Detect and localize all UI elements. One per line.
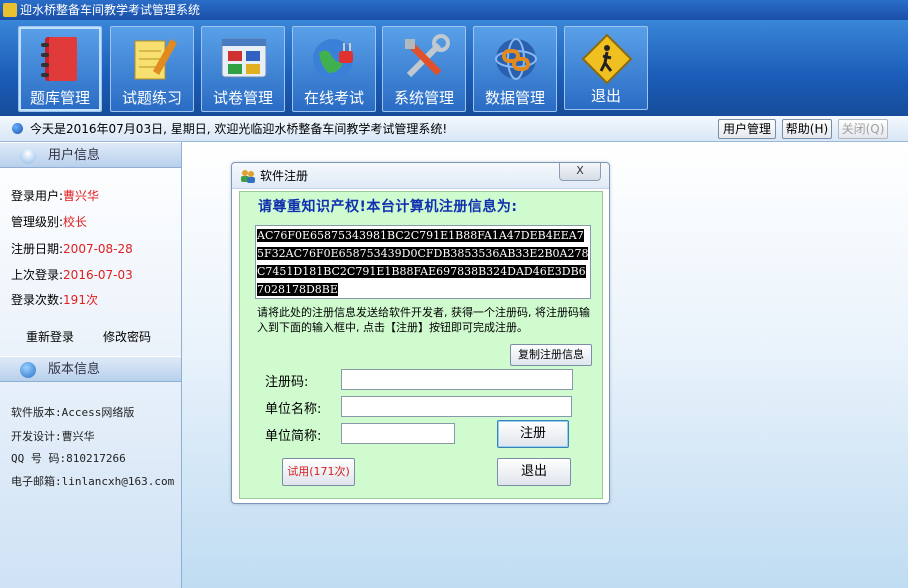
exit-button[interactable]: 退出	[497, 458, 571, 486]
toolbar-label: 退出	[590, 87, 621, 105]
unit-name-label: 单位名称:	[265, 402, 322, 417]
notepad-pencil-icon	[134, 39, 177, 80]
unit-name-input[interactable]	[341, 396, 572, 417]
left-sidebar: 用户信息 登录用户:曹兴华 管理级别:校长 注册日期:2007-08-28 上次…	[0, 142, 182, 588]
user-info-row: 登录次数:191次	[11, 293, 98, 307]
toolbar-btn-practice[interactable]: 试题练习	[110, 26, 194, 112]
unit-short-input[interactable]	[341, 423, 455, 444]
exit-sign-icon	[581, 33, 633, 85]
copy-register-info-button[interactable]: 复制注册信息	[510, 344, 592, 366]
title-bar: 迎水桥整备车间教学考试管理系统	[0, 0, 908, 20]
close-button[interactable]: 关闭(Q)	[838, 119, 888, 139]
version-row: 电子邮箱:linlancxh@163.com	[11, 475, 175, 488]
register-button[interactable]: 注册	[497, 420, 569, 448]
dialog-title-bar: 软件注册 X	[232, 163, 609, 189]
version-row: QQ 号 码:810217266	[11, 452, 126, 465]
toolbar-label: 试卷管理	[212, 89, 273, 107]
toolbar-label: 在线考试	[303, 89, 364, 107]
register-code-label: 注册码:	[265, 375, 309, 390]
info-icon	[20, 362, 36, 378]
toolbar-btn-online-exam[interactable]: 在线考试	[292, 26, 376, 112]
register-code-input[interactable]	[341, 369, 573, 390]
dialog-close-button[interactable]: X	[559, 163, 601, 181]
toolbar-btn-question-bank[interactable]: 题库管理	[18, 26, 102, 112]
trial-button[interactable]: 试用(171次)	[282, 458, 355, 486]
main-toolbar: 题库管理 试题练习 试卷管理 在线考试 系统管理 数据管理 退出	[0, 20, 908, 116]
toolbar-btn-exit[interactable]: 退出	[564, 26, 648, 110]
toolbar-label: 题库管理	[29, 89, 90, 107]
info-bullet-icon	[12, 123, 23, 134]
change-password-link[interactable]: 修改密码	[103, 328, 151, 345]
user-management-button[interactable]: 用户管理	[718, 119, 776, 139]
help-button[interactable]: 帮助(H)	[782, 119, 832, 139]
users-icon	[241, 170, 255, 183]
register-dialog: 软件注册 X 请尊重知识产权!本台计算机注册信息为: AC76F0E658753…	[231, 162, 610, 504]
user-info-title: 用户信息	[48, 148, 101, 163]
toolbar-btn-data[interactable]: 数据管理	[473, 26, 557, 112]
user-info-row: 登录用户:曹兴华	[11, 189, 100, 203]
machine-code-text: AC76F0E65875343981BC2C791E1B88FA1A47DEB4…	[257, 229, 589, 296]
book-icon	[41, 37, 77, 81]
version-row: 开发设计:曹兴华	[11, 430, 95, 443]
tools-icon	[405, 34, 450, 78]
database-link-icon	[495, 38, 537, 80]
window-title: 迎水桥整备车间教学考试管理系统	[20, 3, 201, 17]
dialog-title: 软件注册	[260, 169, 309, 183]
info-bar: 今天是2016年07月03日, 星期日, 欢迎光临迎水桥整备车间教学考试管理系统…	[0, 116, 908, 142]
toolbar-label: 试题练习	[121, 89, 182, 107]
toolbar-btn-system[interactable]: 系统管理	[382, 26, 466, 112]
version-row: 软件版本:Access网络版	[11, 406, 135, 419]
toolbar-label: 数据管理	[484, 89, 545, 107]
welcome-message: 今天是2016年07月03日, 星期日, 欢迎光临迎水桥整备车间教学考试管理系统…	[30, 122, 448, 136]
version-info-header: 版本信息	[0, 356, 181, 382]
user-info-row: 管理级别:校长	[11, 215, 88, 229]
unit-short-label: 单位简称:	[265, 429, 322, 444]
register-hint: 请将此处的注册信息发送给软件开发者, 获得一个注册码, 将注册码输入到下面的输入…	[257, 306, 590, 334]
user-info-header: 用户信息	[0, 142, 181, 168]
register-heading: 请尊重知识产权!本台计算机注册信息为:	[258, 199, 518, 215]
toolbar-btn-papers[interactable]: 试卷管理	[201, 26, 285, 112]
user-info-row: 上次登录:2016-07-03	[11, 268, 133, 282]
machine-code-box[interactable]: AC76F0E65875343981BC2C791E1B88FA1A47DEB4…	[255, 225, 591, 299]
user-info-row: 注册日期:2007-08-28	[11, 242, 133, 256]
dialog-body: 请尊重知识产权!本台计算机注册信息为: AC76F0E65875343981BC…	[239, 191, 603, 499]
globe-plug-icon	[313, 39, 353, 79]
version-info-title: 版本信息	[48, 362, 101, 377]
user-icon	[20, 148, 36, 164]
toolbar-label: 系统管理	[393, 89, 454, 107]
app-icon	[3, 3, 17, 17]
window-grid-icon	[221, 38, 267, 78]
relogin-link[interactable]: 重新登录	[26, 328, 74, 345]
